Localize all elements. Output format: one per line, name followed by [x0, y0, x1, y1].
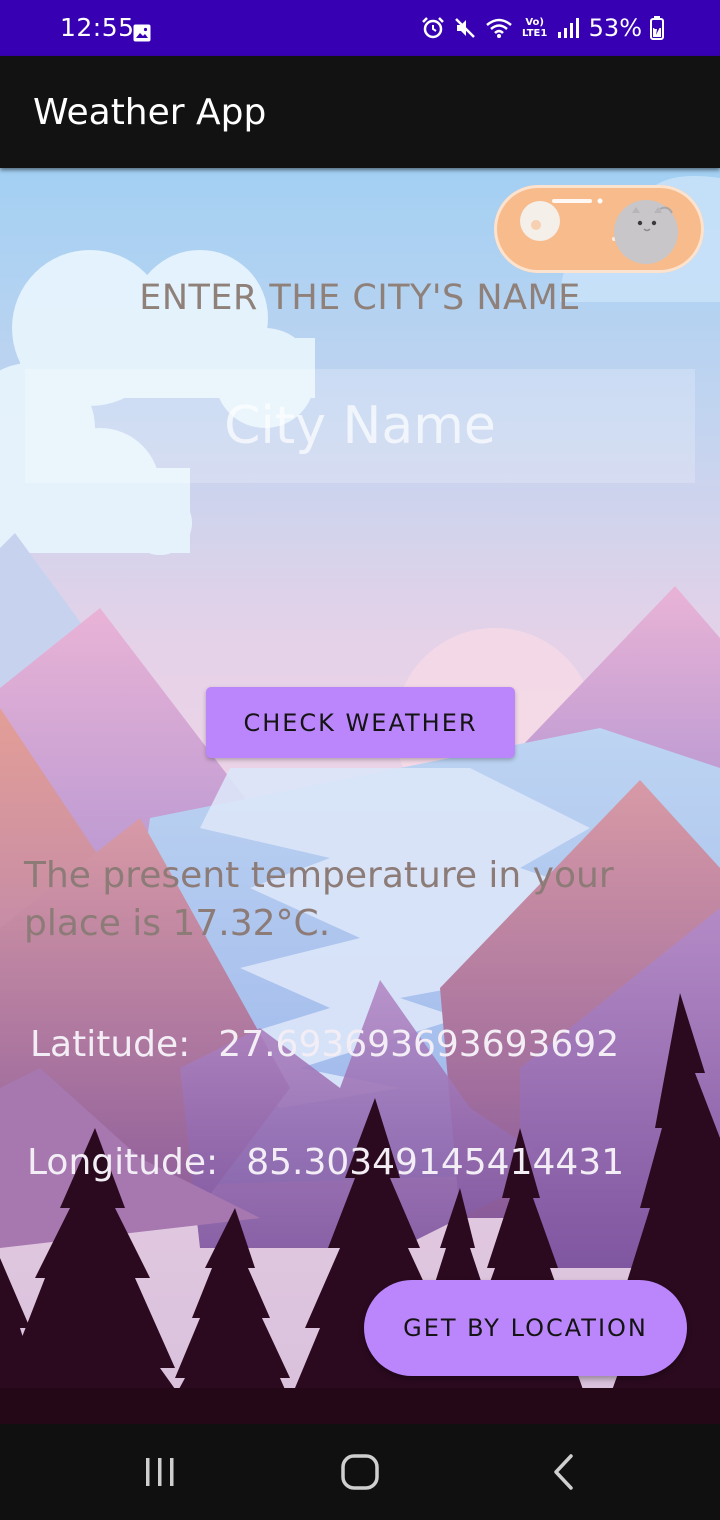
city-prompt-label: ENTER THE CITY'S NAME [139, 278, 581, 318]
back-icon[interactable] [533, 1448, 593, 1496]
screen: 12:55 Vo) LTE1 53% Weather App ENTER THE… [0, 0, 720, 1520]
sun-moon-icon [520, 198, 678, 264]
gallery-icon [133, 19, 151, 42]
signal-icon [557, 17, 579, 39]
latitude-label: Latitude: [30, 1024, 191, 1065]
theme-toggle-switch[interactable] [494, 185, 704, 273]
app-bar: Weather App [0, 56, 720, 168]
mountain-background-image [0, 168, 720, 1424]
city-name-input[interactable] [25, 369, 695, 483]
status-bar: 12:55 Vo) LTE1 53% [0, 0, 720, 56]
wifi-icon [485, 16, 513, 40]
network-label: Vo) LTE1 [521, 17, 548, 39]
battery-charging-icon [650, 16, 664, 40]
volte-icon: Vo) LTE1 [521, 17, 549, 39]
battery-percent: 53% [588, 14, 642, 42]
alarm-icon [421, 16, 445, 40]
longitude-value: 85.30349145414431 [246, 1142, 625, 1183]
longitude-row: Longitude: 85.30349145414431 [27, 1142, 624, 1183]
latitude-value: 27.693693693693692 [218, 1024, 620, 1065]
status-icons: Vo) LTE1 53% [421, 12, 664, 44]
get-by-location-button[interactable]: GET BY LOCATION [364, 1280, 687, 1376]
navigation-bar [0, 1424, 720, 1520]
mute-icon [453, 16, 477, 40]
longitude-label: Longitude: [27, 1142, 219, 1183]
app-title: Weather App [33, 92, 267, 133]
content-area: ENTER THE CITY'S NAME CHECK WEATHER The … [0, 168, 720, 1424]
home-icon[interactable] [330, 1448, 390, 1496]
latitude-row: Latitude: 27.693693693693692 [30, 1024, 619, 1065]
temperature-text: The present temperature in your place is… [24, 855, 614, 944]
status-time: 12:55 [60, 13, 135, 42]
recents-icon[interactable] [130, 1448, 190, 1496]
check-weather-button[interactable]: CHECK WEATHER [206, 687, 515, 758]
